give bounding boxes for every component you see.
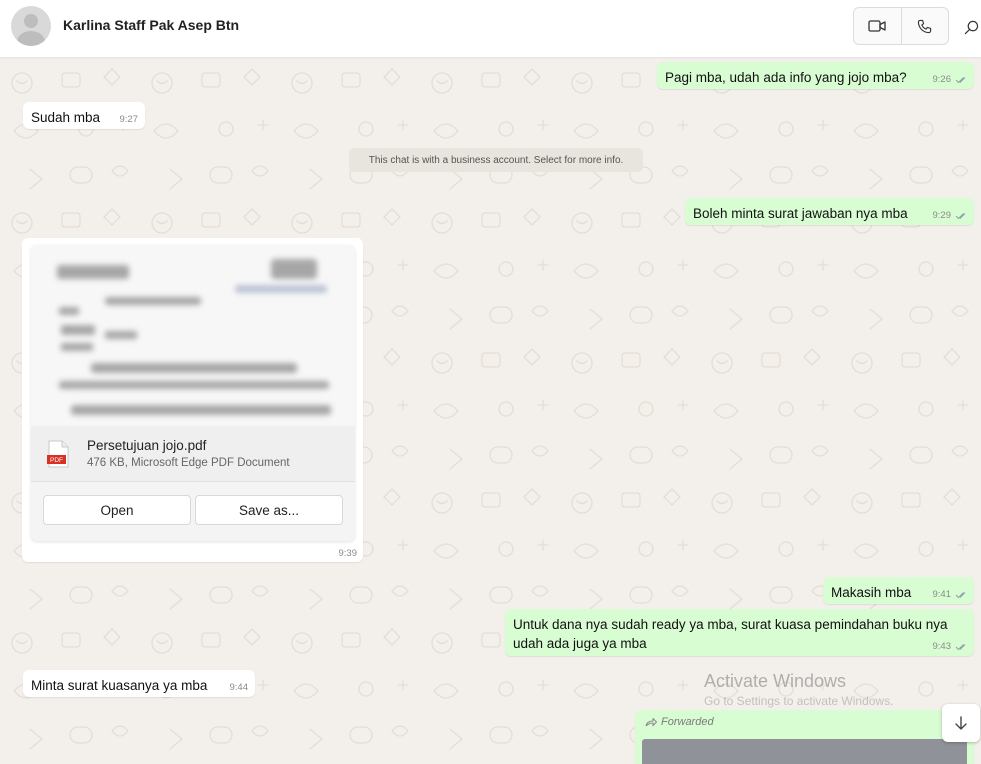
message-text: Makasih mba (831, 585, 912, 600)
message-meta: 9:29 (933, 210, 968, 221)
message-bubble-forwarded[interactable]: Forwarded (635, 710, 974, 764)
message-bubble-outgoing[interactable]: Untuk dana nya sudah ready ya mba, surat… (505, 609, 974, 656)
message-bubble-document[interactable]: PDF Persetujuan jojo.pdf 476 KB, Microso… (22, 238, 363, 562)
voice-call-button[interactable] (900, 8, 949, 44)
forwarded-media-preview[interactable] (642, 739, 967, 764)
message-time: 9:39 (338, 548, 358, 559)
document-filename: Persetujuan jojo.pdf (87, 438, 207, 453)
video-call-button[interactable] (854, 8, 901, 44)
contact-avatar[interactable] (11, 6, 51, 46)
save-as-button[interactable]: Save as... (195, 495, 343, 525)
message-bubble-outgoing[interactable]: Makasih mba 9:41 (823, 577, 974, 604)
scroll-to-bottom-button[interactable] (942, 704, 980, 742)
message-meta: 9:44 (230, 682, 249, 693)
pdf-file-icon: PDF (47, 440, 69, 468)
message-time: 9:27 (119, 114, 139, 125)
message-meta: 9:27 (120, 114, 139, 125)
message-bubble-incoming[interactable]: Sudah mba 9:27 (23, 102, 145, 129)
pdf-icon-label: PDF (50, 457, 63, 464)
search-button[interactable] (962, 16, 981, 38)
chat-area[interactable]: Pagi mba, udah ada info yang jojo mba? 9… (0, 59, 981, 764)
document-details: 476 KB, Microsoft Edge PDF Document (87, 457, 290, 469)
document-card[interactable]: PDF Persetujuan jojo.pdf 476 KB, Microso… (31, 245, 355, 541)
message-text: Untuk dana nya sudah ready ya mba, surat… (513, 617, 948, 651)
message-time: 9:41 (932, 589, 952, 600)
forwarded-label: Forwarded (645, 716, 714, 728)
forwarded-text: Forwarded (661, 716, 714, 728)
activate-windows-subtitle: Go to Settings to activate Windows. (704, 694, 894, 708)
message-text: Minta surat kuasanya ya mba (31, 678, 208, 693)
activate-windows-watermark: Activate Windows (704, 671, 847, 691)
message-time: 9:29 (932, 210, 952, 221)
search-icon (964, 20, 979, 34)
document-preview-thumbnail[interactable] (31, 245, 355, 426)
double-check-read-icon (955, 591, 966, 598)
business-account-notice[interactable]: This chat is with a business account. Se… (349, 148, 643, 172)
message-text: Sudah mba (31, 110, 101, 125)
double-check-read-icon (955, 76, 966, 83)
video-camera-icon (868, 20, 886, 32)
open-document-button[interactable]: Open (43, 495, 191, 525)
message-bubble-outgoing[interactable]: Pagi mba, udah ada info yang jojo mba? 9… (657, 62, 974, 89)
message-meta: 9:41 (933, 589, 968, 600)
contact-name[interactable]: Karlina Staff Pak Asep Btn (63, 17, 239, 33)
message-time: 9:44 (229, 682, 249, 693)
message-text: Boleh minta surat jawaban nya mba (693, 206, 908, 221)
phone-icon (918, 19, 932, 33)
message-meta: 9:39 (339, 548, 358, 559)
message-meta: 9:26 (933, 74, 968, 85)
message-meta: 9:43 (933, 641, 968, 652)
forward-arrow-icon (645, 717, 657, 727)
message-text: Pagi mba, udah ada info yang jojo mba? (665, 70, 907, 85)
message-bubble-incoming[interactable]: Minta surat kuasanya ya mba 9:44 (23, 670, 255, 697)
message-bubble-outgoing[interactable]: Boleh minta surat jawaban nya mba 9:29 (685, 198, 974, 225)
call-button-group (853, 7, 949, 45)
document-info[interactable]: PDF Persetujuan jojo.pdf 476 KB, Microso… (31, 426, 355, 482)
arrow-down-icon (955, 716, 967, 730)
double-check-read-icon (955, 212, 966, 219)
double-check-read-icon (955, 643, 966, 650)
message-time: 9:43 (932, 641, 952, 652)
chat-header: Karlina Staff Pak Asep Btn (0, 0, 981, 58)
message-time: 9:26 (932, 74, 952, 85)
